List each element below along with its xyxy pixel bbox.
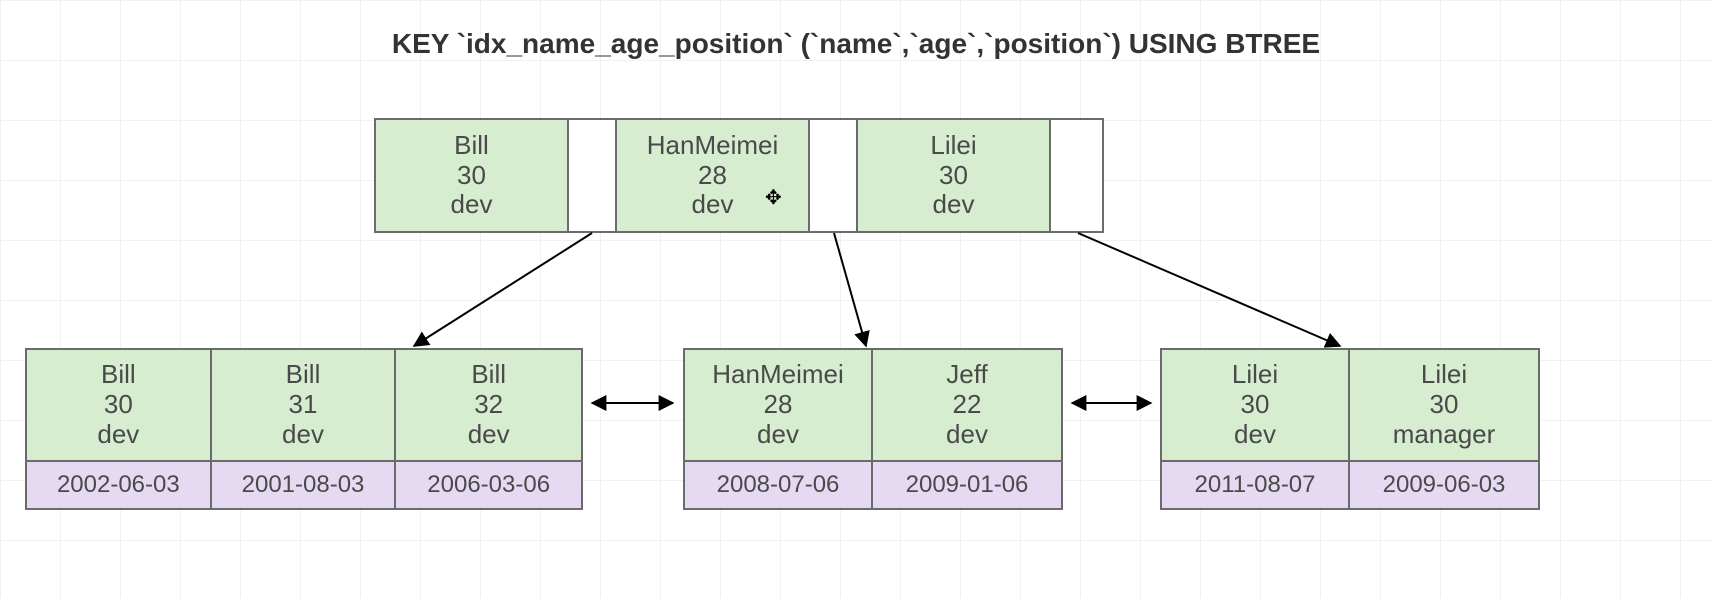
leaf-key: Bill 32 dev	[396, 350, 581, 460]
leaf-data: 2008-07-06	[685, 462, 873, 508]
leaf-key-age: 30	[1241, 390, 1270, 420]
root-key-0: Bill 30 dev	[376, 120, 569, 231]
arrow-root-to-leaf-2	[1078, 233, 1340, 346]
btree-leaf-node-1: HanMeimei 28 dev Jeff 22 dev 2008-07-06 …	[683, 348, 1063, 510]
leaf-data: 2011-08-07	[1162, 462, 1350, 508]
leaf-key-name: Lilei	[1232, 360, 1278, 390]
leaf-key-name: Lilei	[1421, 360, 1467, 390]
leaf-key-position: dev	[1234, 420, 1276, 450]
root-key-position: dev	[451, 190, 493, 220]
leaf-key: Jeff 22 dev	[873, 350, 1061, 460]
btree-root-node: Bill 30 dev HanMeimei 28 dev Lilei 30 de…	[374, 118, 1104, 233]
leaf-key-age: 31	[289, 390, 318, 420]
btree-leaf-node-2: Lilei 30 dev Lilei 30 manager 2011-08-07…	[1160, 348, 1540, 510]
root-key-name: Lilei	[930, 131, 976, 161]
leaf-key: Bill 30 dev	[27, 350, 212, 460]
root-key-name: HanMeimei	[647, 131, 779, 161]
root-pointer-0	[569, 120, 617, 231]
root-key-age: 30	[457, 161, 486, 191]
leaf-key-name: Bill	[101, 360, 136, 390]
leaf-key-age: 32	[474, 390, 503, 420]
leaf-data: 2009-06-03	[1350, 462, 1538, 508]
diagram-title: KEY `idx_name_age_position` (`name`,`age…	[0, 28, 1712, 60]
leaf-key-age: 30	[1430, 390, 1459, 420]
arrow-root-to-leaf-1	[834, 233, 866, 346]
leaf-key: Lilei 30 manager	[1350, 350, 1538, 460]
root-key-position: dev	[933, 190, 975, 220]
leaf-key-name: HanMeimei	[712, 360, 844, 390]
root-key-name: Bill	[454, 131, 489, 161]
arrow-root-to-leaf-0	[414, 233, 592, 346]
leaf-data: 2001-08-03	[212, 462, 397, 508]
leaf-key-name: Bill	[471, 360, 506, 390]
leaf-key-age: 30	[104, 390, 133, 420]
root-key-2: Lilei 30 dev	[858, 120, 1051, 231]
leaf-key-position: dev	[757, 420, 799, 450]
root-key-age: 30	[939, 161, 968, 191]
root-pointer-1	[810, 120, 858, 231]
leaf-key-position: dev	[468, 420, 510, 450]
root-key-1: HanMeimei 28 dev	[617, 120, 810, 231]
btree-leaf-node-0: Bill 30 dev Bill 31 dev Bill 32 dev 2002…	[25, 348, 583, 510]
leaf-key-name: Bill	[286, 360, 321, 390]
leaf-key-position: dev	[97, 420, 139, 450]
root-pointer-2	[1051, 120, 1099, 231]
leaf-key-position: manager	[1393, 420, 1496, 450]
leaf-key: Lilei 30 dev	[1162, 350, 1350, 460]
leaf-key-position: dev	[946, 420, 988, 450]
leaf-data: 2002-06-03	[27, 462, 212, 508]
root-key-position: dev	[692, 190, 734, 220]
leaf-key: HanMeimei 28 dev	[685, 350, 873, 460]
leaf-data: 2006-03-06	[396, 462, 581, 508]
leaf-key-age: 28	[764, 390, 793, 420]
root-key-age: 28	[698, 161, 727, 191]
leaf-key: Bill 31 dev	[212, 350, 397, 460]
leaf-key-age: 22	[953, 390, 982, 420]
leaf-key-name: Jeff	[946, 360, 987, 390]
leaf-data: 2009-01-06	[873, 462, 1061, 508]
leaf-key-position: dev	[282, 420, 324, 450]
